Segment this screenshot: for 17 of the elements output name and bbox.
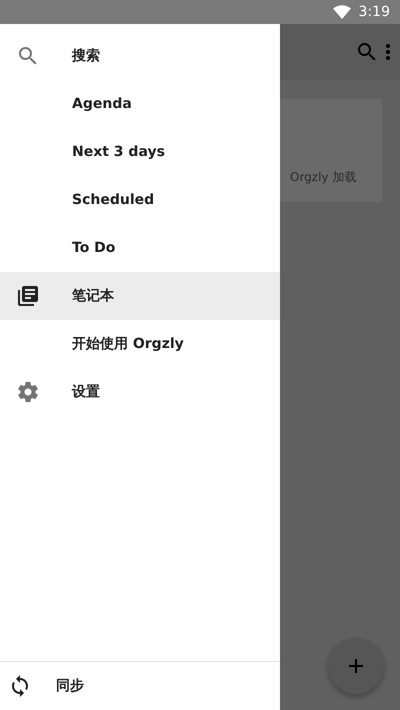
drawer-item[interactable]: Agenda: [0, 80, 280, 128]
settings-icon: [16, 380, 40, 404]
search-icon[interactable]: [358, 43, 376, 61]
drawer-item[interactable]: 设置: [0, 368, 280, 416]
drawer-item[interactable]: Next 3 days: [0, 128, 280, 176]
drawer-item[interactable]: 笔记本: [0, 272, 280, 320]
status-time: 3:19: [358, 4, 390, 20]
plus-icon: [349, 659, 363, 673]
wifi-icon: [332, 5, 351, 19]
more-icon[interactable]: [386, 44, 390, 60]
drawer-item[interactable]: To Do: [0, 224, 280, 272]
notebook-stack-icon: [16, 284, 40, 308]
drawer-item[interactable]: 搜索: [0, 32, 280, 80]
card-text: Orgzly 加载: [290, 169, 356, 186]
drawer-item[interactable]: 开始使用 Orgzly: [0, 320, 280, 368]
drawer-item[interactable]: Scheduled: [0, 176, 280, 224]
sync-label[interactable]: 同步: [56, 677, 84, 695]
